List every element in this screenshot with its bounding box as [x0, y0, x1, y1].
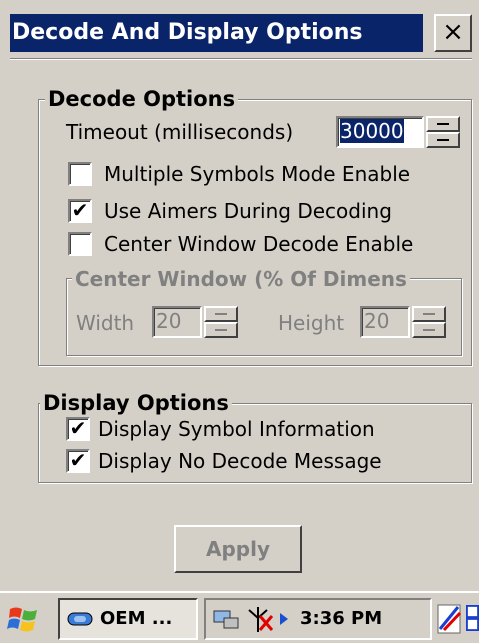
- height-spinner[interactable]: [412, 306, 446, 338]
- width-label: Width: [76, 311, 135, 335]
- timeout-label: Timeout (milliseconds): [66, 120, 294, 144]
- check-mark-icon: ✔: [71, 198, 89, 222]
- oem-app-icon: [67, 612, 93, 626]
- height-label: Height: [278, 311, 345, 335]
- switch-windows-icon[interactable]: [466, 603, 479, 633]
- display-symbol-info-label: Display Symbol Information: [98, 417, 375, 441]
- spin-up-button[interactable]: [426, 116, 460, 132]
- spin-up-button[interactable]: [204, 306, 238, 322]
- center-window-label: Center Window Decode Enable: [104, 232, 414, 256]
- use-aimers-checkbox[interactable]: ✔: [68, 199, 92, 223]
- width-input[interactable]: 20: [152, 306, 202, 338]
- width-spinner[interactable]: [204, 306, 238, 338]
- timeout-spinner[interactable]: [426, 116, 460, 148]
- windows-start-icon[interactable]: [6, 601, 42, 637]
- height-input[interactable]: 20: [360, 306, 410, 338]
- center-window-checkbox[interactable]: [68, 232, 92, 256]
- spin-down-button[interactable]: [426, 132, 460, 148]
- timeout-input[interactable]: 30000: [336, 116, 424, 148]
- close-button[interactable]: ×: [434, 14, 472, 52]
- multiple-symbols-checkbox[interactable]: [68, 162, 92, 186]
- display-options-label: Display Options: [40, 391, 232, 415]
- network-icon[interactable]: [212, 608, 242, 632]
- display-symbol-info-checkbox[interactable]: ✔: [66, 417, 90, 441]
- center-window-group-label: Center Window (% Of Dimens: [72, 267, 410, 291]
- check-mark-icon: ✔: [69, 416, 87, 440]
- task-label: OEM ...: [100, 608, 173, 629]
- clock[interactable]: 3:36 PM: [300, 600, 382, 638]
- multiple-symbols-label: Multiple Symbols Mode Enable: [104, 162, 411, 186]
- decode-options-label: Decode Options: [45, 87, 239, 111]
- timeout-value: 30000: [340, 119, 404, 143]
- input-panel-icon[interactable]: [436, 601, 466, 637]
- system-tray: 3:36 PM: [204, 598, 432, 640]
- taskbar: OEM ... 3:36 PM: [0, 591, 479, 643]
- title-separator: [10, 58, 472, 60]
- display-no-decode-checkbox[interactable]: ✔: [66, 449, 90, 473]
- spin-down-button[interactable]: [412, 322, 446, 338]
- oem-task-button[interactable]: OEM ...: [58, 598, 198, 640]
- spin-up-button[interactable]: [412, 306, 446, 322]
- window-title: Decode And Display Options: [10, 14, 423, 52]
- antenna-disconnected-icon[interactable]: [246, 604, 294, 634]
- check-mark-icon: ✔: [69, 448, 87, 472]
- decode-display-options-window: Decode And Display Options × Decode Opti…: [0, 0, 479, 591]
- apply-button[interactable]: Apply: [174, 525, 302, 573]
- spin-down-button[interactable]: [204, 322, 238, 338]
- display-no-decode-label: Display No Decode Message: [98, 449, 382, 473]
- use-aimers-label: Use Aimers During Decoding: [104, 199, 392, 223]
